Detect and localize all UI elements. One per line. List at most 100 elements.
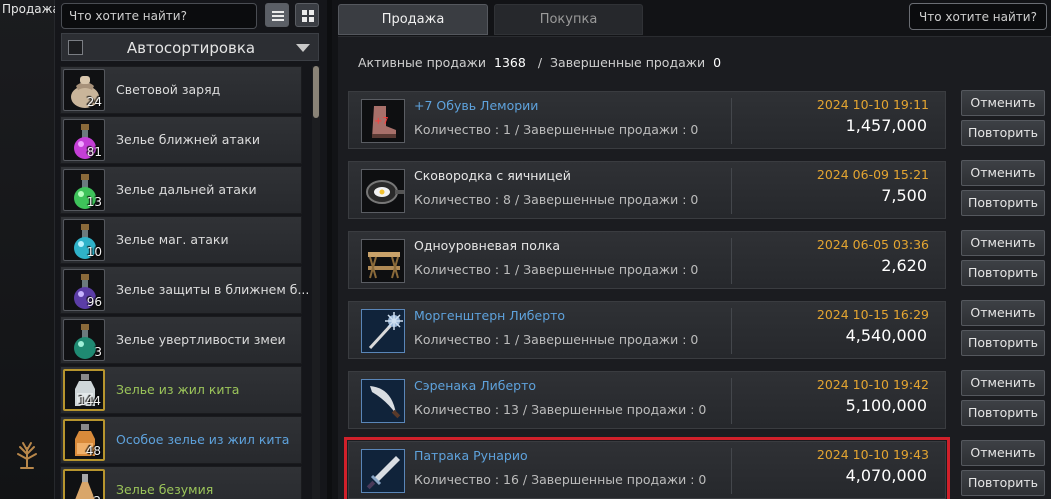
item-name: Зелье из жил кита [116, 382, 240, 397]
sale-price: 2,620 [881, 256, 927, 275]
item-name: Зелье маг. атаки [116, 232, 229, 247]
potion-purple-icon: 81 [63, 119, 105, 161]
inventory-item[interactable]: 2 Зелье безумия [60, 466, 302, 499]
item-quantity: 24 [86, 95, 102, 109]
inventory-scrollbar[interactable] [312, 66, 320, 499]
pouch-icon: 24 [63, 69, 105, 111]
inventory-item[interactable]: 24 Световой заряд [60, 66, 302, 114]
divider [731, 98, 732, 144]
active-sales-count: 1368 [494, 55, 526, 70]
boots-icon: +7 [361, 99, 405, 143]
divider [731, 378, 732, 424]
sidebar-tab-sale[interactable]: Продажа [2, 2, 60, 16]
item-name: Зелье ближней атаки [116, 132, 261, 147]
sale-price: 7,500 [881, 186, 927, 205]
repeat-button[interactable]: Повторить [961, 400, 1045, 426]
item-quantity: 10 [86, 245, 102, 259]
sale-item-name: Сэренака Либерто [414, 378, 537, 393]
divider [731, 238, 732, 284]
sale-item-name: Одноуровневая полка [414, 238, 561, 253]
repeat-button[interactable]: Повторить [961, 120, 1045, 146]
inventory-item[interactable]: 96 Зелье защиты в ближнем б... [60, 266, 309, 314]
cancel-button[interactable]: Отменить [961, 440, 1045, 466]
sale-row[interactable]: Моргенштерн Либерто Количество : 1 / Зав… [348, 301, 946, 359]
sale-price: 5,100,000 [845, 396, 927, 415]
autosort-bar[interactable]: Автосортировка [61, 33, 319, 61]
repeat-button[interactable]: Повторить [961, 330, 1045, 356]
sale-item-name: Моргенштерн Либерто [414, 308, 566, 323]
dagger-icon [361, 449, 405, 493]
item-name: Зелье безумия [116, 482, 214, 497]
tab-purchase[interactable]: Покупка [494, 4, 643, 35]
bottle-orange-icon: 48 [63, 419, 105, 461]
divider [731, 308, 732, 354]
item-name: Особое зелье из жил кита [116, 432, 290, 447]
sale-row[interactable]: Сковородка с яичницей Количество : 8 / З… [348, 161, 946, 219]
flask-icon: 2 [63, 469, 105, 499]
sale-date: 2024 06-05 03:36 [816, 237, 929, 252]
inventory-item[interactable]: 10 Зелье маг. атаки [60, 216, 302, 264]
sale-item-info: Количество : 1 / Завершенные продажи : 0 [414, 122, 699, 137]
list-view-icon [272, 11, 284, 21]
sale-row-highlighted[interactable]: Патрака Рунарио Количество : 16 / Заверш… [344, 437, 950, 499]
item-name: Зелье увертливости змеи [116, 332, 286, 347]
left-strip: Продажа [0, 0, 60, 499]
repeat-button[interactable]: Повторить [961, 190, 1045, 216]
item-name: Световой заряд [116, 82, 221, 97]
sale-item-info: Количество : 1 / Завершенные продажи : 0 [414, 262, 699, 277]
market-panel: Продажа Покупка Активные продажи 1368 / … [332, 0, 1051, 499]
item-quantity: 3 [94, 345, 102, 359]
item-name: Зелье дальней атаки [116, 182, 257, 197]
frying-pan-icon [361, 169, 405, 213]
inventory-item[interactable]: 13 Зелье дальней атаки [60, 166, 302, 214]
list-view-button[interactable] [265, 3, 289, 27]
sale-item-info: Количество : 1 / Завершенные продажи : 0 [414, 332, 699, 347]
market-search-input[interactable] [909, 3, 1047, 30]
inventory-item-list: 24 Световой заряд 81 Зелье ближней атаки… [60, 66, 309, 499]
sale-date: 2024 10-15 16:29 [816, 307, 929, 322]
potion-cyan-icon: 10 [63, 219, 105, 261]
sale-price: 4,540,000 [845, 326, 927, 345]
grid-view-icon [302, 10, 314, 22]
item-quantity: 144 [78, 394, 101, 408]
inventory-panel: Автосортировка 24 Световой заряд 81 Зель… [55, 0, 327, 499]
cancel-button[interactable]: Отменить [961, 370, 1045, 396]
repeat-button[interactable]: Повторить [961, 470, 1045, 496]
cancel-button[interactable]: Отменить [961, 300, 1045, 326]
tab-sale[interactable]: Продажа [338, 4, 488, 35]
inventory-search-input[interactable] [61, 3, 257, 29]
morningstar-icon [361, 309, 405, 353]
sale-row[interactable]: Одноуровневая полка Количество : 1 / Зав… [348, 231, 946, 289]
dropdown-arrow-icon[interactable] [296, 44, 310, 52]
cancel-button[interactable]: Отменить [961, 230, 1045, 256]
divider [731, 168, 732, 214]
tree-emblem-icon [17, 442, 37, 469]
svg-text:+7: +7 [374, 116, 389, 127]
sale-item-info: Количество : 13 / Завершенные продажи : … [414, 402, 707, 417]
sale-date: 2024 10-10 19:11 [816, 97, 929, 112]
cancel-button[interactable]: Отменить [961, 90, 1045, 116]
completed-sales-count: 0 [713, 55, 722, 70]
item-quantity: 2 [93, 494, 101, 499]
item-name: Зелье защиты в ближнем б... [116, 282, 310, 297]
inventory-item[interactable]: 48 Особое зелье из жил кита [60, 416, 302, 464]
grid-view-button[interactable] [295, 3, 319, 27]
sale-date: 2024 10-10 19:43 [816, 447, 929, 462]
scrollbar-thumb[interactable] [313, 66, 319, 118]
inventory-item[interactable]: 3 Зелье увертливости змеи [60, 316, 302, 364]
sale-item-name: Патрака Рунарио [414, 448, 528, 463]
cancel-button[interactable]: Отменить [961, 160, 1045, 186]
sale-item-info: Количество : 16 / Завершенные продажи : … [414, 472, 707, 487]
sales-list-area: Активные продажи 1368 / Завершенные прод… [338, 36, 1051, 499]
inventory-item[interactable]: 144 Зелье из жил кита [60, 366, 302, 414]
sale-date: 2024 10-10 19:42 [816, 377, 929, 392]
shelf-icon [361, 239, 405, 283]
sale-row[interactable]: +7 +7 Обувь Лемории Количество : 1 / Зав… [348, 91, 946, 149]
scimitar-icon [361, 379, 405, 423]
sale-price: 1,457,000 [845, 116, 927, 135]
sale-item-name: +7 Обувь Лемории [414, 98, 539, 113]
sale-row[interactable]: Сэренака Либерто Количество : 13 / Завер… [348, 371, 946, 429]
repeat-button[interactable]: Повторить [961, 260, 1045, 286]
completed-sales-label: Завершенные продажи [550, 55, 706, 70]
inventory-item[interactable]: 81 Зелье ближней атаки [60, 116, 302, 164]
